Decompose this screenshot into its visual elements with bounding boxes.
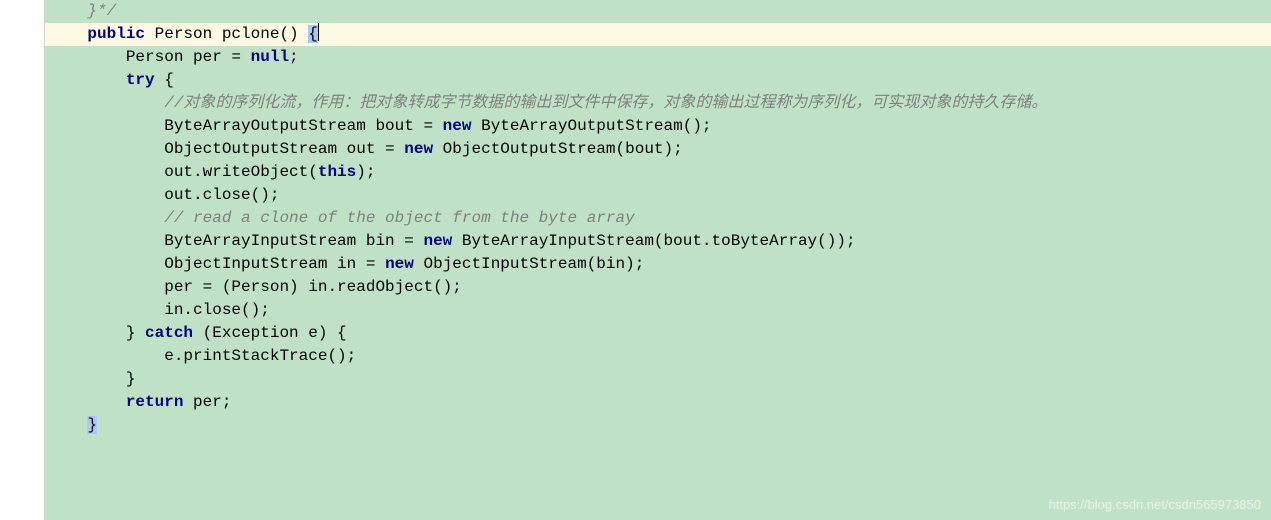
code-line: // read a clone of the object from the b… [45, 207, 1271, 230]
code-line: out.writeObject(this); [45, 161, 1271, 184]
code-line: //对象的序列化流，作用：把对象转成字节数据的输出到文件中保存，对象的输出过程称… [45, 92, 1271, 115]
keyword-this: this [318, 163, 356, 181]
keyword-new: new [443, 117, 472, 135]
code-line: } catch (Exception e) { [45, 322, 1271, 345]
keyword-new: new [385, 255, 414, 273]
keyword-try: try [126, 71, 155, 89]
keyword-new: new [423, 232, 452, 250]
code-line: }*/ [45, 0, 1271, 23]
code-line: in.close(); [45, 299, 1271, 322]
code-line: ByteArrayOutputStream bout = new ByteArr… [45, 115, 1271, 138]
matched-brace: } [87, 416, 97, 434]
code-line: out.close(); [45, 184, 1271, 207]
keyword-return: return [126, 393, 184, 411]
code-line: return per; [45, 391, 1271, 414]
code-line: e.printStackTrace(); [45, 345, 1271, 368]
code-editor[interactable]: }*/ public Person pclone() { Person per … [45, 0, 1271, 437]
matched-brace: { [308, 25, 318, 43]
code-line: per = (Person) in.readObject(); [45, 276, 1271, 299]
code-line: try { [45, 69, 1271, 92]
watermark: https://blog.csdn.net/csdn565973850 [1049, 493, 1262, 516]
text-caret [318, 23, 319, 41]
code-line: ObjectOutputStream out = new ObjectOutpu… [45, 138, 1271, 161]
keyword-public: public [87, 25, 145, 43]
code-line: Person per = null; [45, 46, 1271, 69]
editor-gutter [0, 0, 45, 520]
code-line-current: public Person pclone() { [45, 23, 1271, 46]
comment: // read a clone of the object from the b… [49, 209, 635, 227]
keyword-catch: catch [145, 324, 193, 342]
keyword-null: null [251, 48, 289, 66]
code-line: ObjectInputStream in = new ObjectInputSt… [45, 253, 1271, 276]
comment: //对象的序列化流，作用：把对象转成字节数据的输出到文件中保存，对象的输出过程称… [49, 94, 1047, 112]
code-line: } [45, 414, 1271, 437]
code-line: } [45, 368, 1271, 391]
keyword-new: new [404, 140, 433, 158]
code-line: ByteArrayInputStream bin = new ByteArray… [45, 230, 1271, 253]
